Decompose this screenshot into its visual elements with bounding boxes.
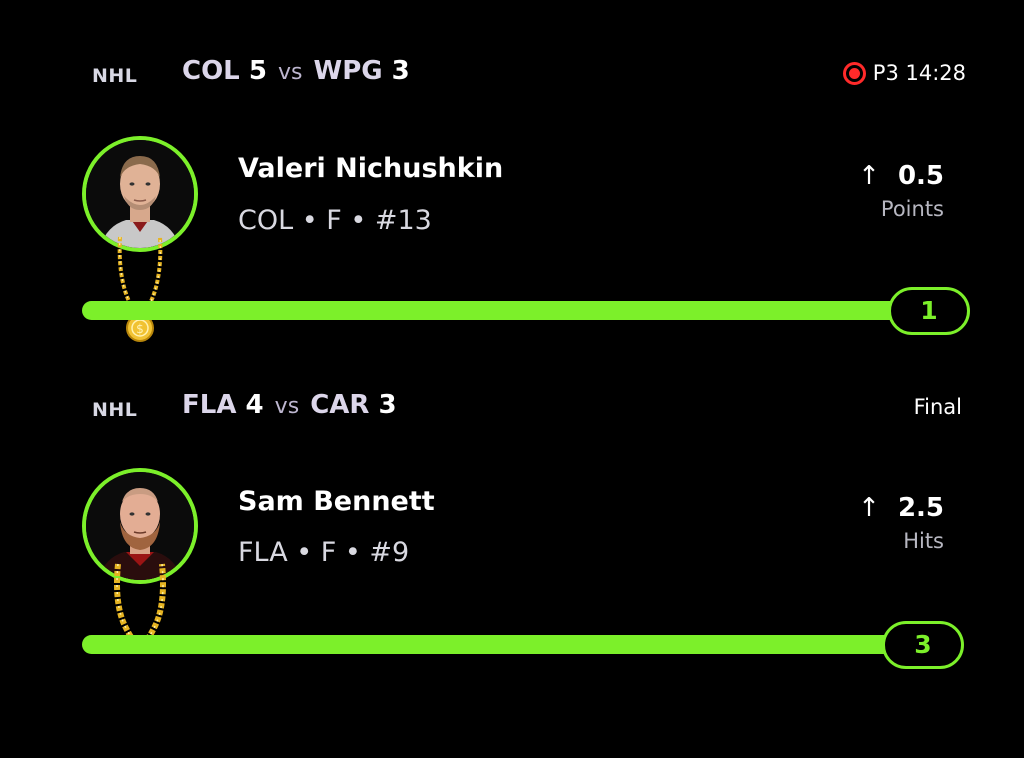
game-final-label: Final: [913, 395, 962, 419]
home-score: 5: [248, 56, 267, 86]
progress-bar: [82, 635, 912, 654]
prop-card[interactable]: NHL FLA 4 vs CAR 3 Final Sam Bennett FLA…: [0, 334, 1024, 669]
line-value: 0.5: [897, 161, 944, 191]
away-score: 3: [378, 390, 397, 420]
prop-line: ↑ 0.5 Points: [858, 161, 944, 221]
prop-line: ↑ 2.5 Hits: [858, 493, 944, 553]
gold-chain-icon: $: [117, 236, 163, 342]
away-score: 3: [391, 56, 410, 86]
game-status: Final: [914, 395, 962, 419]
game-clock: P3 14:28: [872, 61, 966, 85]
vs-label: vs: [274, 394, 300, 419]
player-name: Sam Bennett: [238, 486, 435, 517]
home-team: FLA: [182, 390, 237, 420]
matchup: FLA 4 vs CAR 3: [182, 390, 397, 420]
line-value: 2.5: [897, 493, 944, 523]
arrow-up-icon: ↑: [858, 161, 880, 191]
league-label: NHL: [92, 399, 138, 421]
stat-label: Hits: [903, 529, 944, 553]
game-header: NHL COL 5 vs WPG 3 P3 14:28: [0, 53, 1024, 93]
current-count-badge: 3: [882, 621, 964, 669]
current-count-badge: 1: [888, 287, 970, 335]
progress-bar: [82, 301, 912, 320]
matchup: COL 5 vs WPG 3: [182, 56, 410, 86]
home-score: 4: [245, 390, 264, 420]
game-header: NHL FLA 4 vs CAR 3 Final: [0, 387, 1024, 427]
arrow-up-icon: ↑: [858, 493, 880, 523]
game-status: P3 14:28: [842, 61, 966, 85]
stat-label: Points: [880, 197, 944, 221]
vs-label: vs: [277, 60, 303, 85]
home-team: COL: [182, 56, 240, 86]
live-record-icon: [842, 61, 866, 85]
away-team: CAR: [310, 390, 370, 420]
away-team: WPG: [313, 56, 383, 86]
league-label: NHL: [92, 65, 138, 87]
player-name: Valeri Nichushkin: [238, 153, 504, 184]
player-meta: COL • F • #13: [238, 205, 432, 236]
player-meta: FLA • F • #9: [238, 537, 410, 568]
prop-card[interactable]: NHL COL 5 vs WPG 3 P3 14:28 $ Valeri Nic…: [0, 0, 1024, 342]
prop-tracker-screen: NHL COL 5 vs WPG 3 P3 14:28 $ Valeri Nic…: [0, 0, 1024, 758]
